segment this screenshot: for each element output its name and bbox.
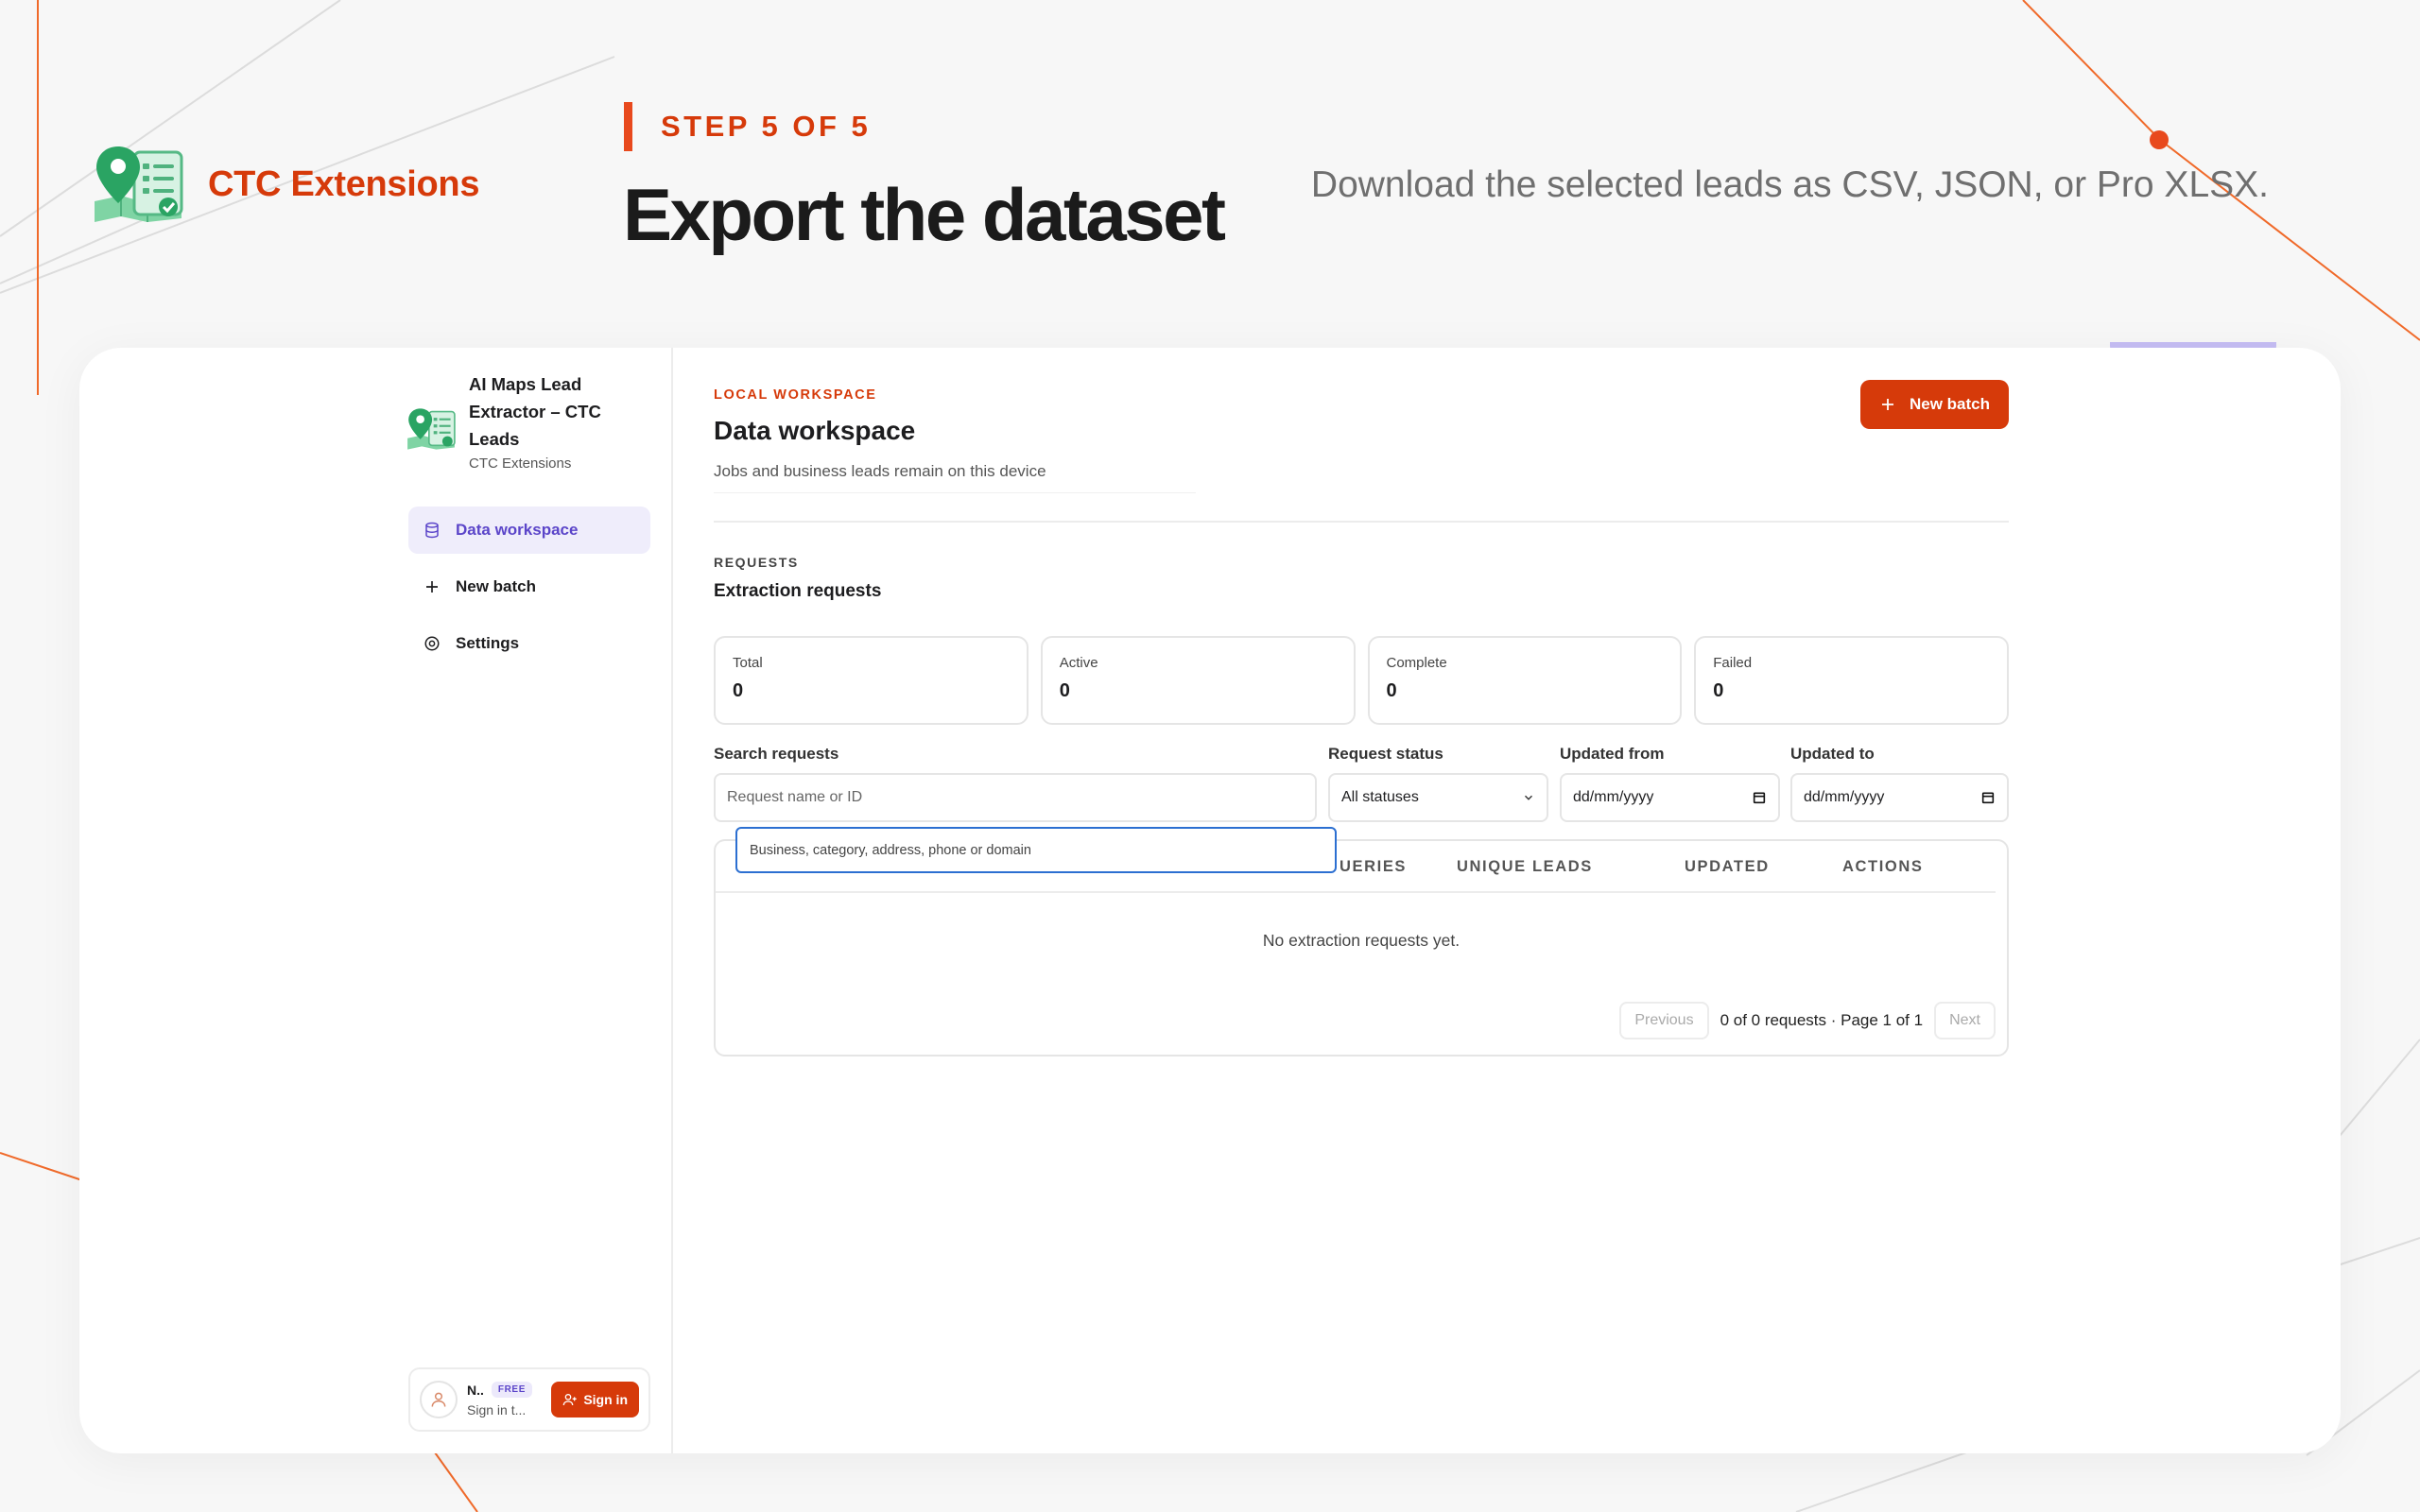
database-icon	[425, 522, 439, 539]
updated-to-label: Updated to	[1790, 745, 1875, 763]
brand-name: CTC Extensions	[208, 163, 480, 204]
updated-to-value: dd/mm/yyyy	[1804, 789, 1885, 805]
sidebar: AI Maps Lead Extractor – CTC Leads CTC E…	[79, 348, 673, 1453]
avatar[interactable]	[420, 1381, 458, 1418]
page-title: Data workspace	[714, 416, 916, 445]
search-label: Search requests	[714, 745, 839, 763]
stat-label: Failed	[1713, 655, 1753, 671]
plus-icon	[1881, 399, 1893, 410]
stat-label: Total	[733, 655, 763, 671]
column-header-unique-leads[interactable]: UNIQUE LEADS	[1457, 858, 1593, 876]
page-subtitle: Jobs and business leads remain on this d…	[714, 462, 1196, 493]
page-info: 0 of 0 requests · Page 1 of 1	[1720, 1011, 1924, 1029]
sign-in-button[interactable]: Sign in	[551, 1382, 639, 1418]
section-eyebrow: REQUESTS	[714, 555, 799, 570]
sidebar-nav: Data workspace New batch Settings	[408, 507, 650, 677]
hero-title: Export the dataset	[623, 173, 1226, 256]
step-label: STEP 5 OF 5	[661, 110, 872, 143]
user-plus-icon	[562, 1394, 577, 1406]
hero-description: Download the selected leads as CSV, JSON…	[1310, 164, 2269, 205]
sidebar-item-settings[interactable]: Settings	[408, 620, 650, 667]
sidebar-item-data-workspace[interactable]: Data workspace	[408, 507, 650, 554]
app-subtitle: CTC Extensions	[469, 455, 572, 472]
user-name: N..	[467, 1382, 484, 1398]
previous-page-button[interactable]: Previous	[1619, 1002, 1709, 1040]
pagination: Previous 0 of 0 requests · Page 1 of 1 N…	[1619, 1002, 1996, 1040]
stat-card-total: Total 0	[714, 636, 1028, 725]
stat-value: 0	[733, 680, 744, 701]
user-info: N.. FREE Sign in t...	[467, 1382, 542, 1418]
empty-state-message: No extraction requests yet.	[1262, 931, 1461, 950]
map-pin-checklist-icon	[95, 146, 183, 222]
updated-from-label: Updated from	[1560, 745, 1665, 763]
plan-badge: FREE	[491, 1382, 532, 1398]
sidebar-item-new-batch[interactable]: New batch	[408, 563, 650, 610]
autocomplete-text: Business, category, address, phone or do…	[750, 842, 1031, 858]
stat-label: Active	[1059, 655, 1098, 671]
plus-icon	[426, 581, 438, 593]
autocomplete-suggestion[interactable]: Business, category, address, phone or do…	[735, 827, 1337, 873]
column-header-actions: ACTIONS	[1842, 858, 1924, 875]
stat-value: 0	[1386, 680, 1397, 701]
user-subtitle: Sign in t...	[467, 1402, 527, 1418]
stat-label: Complete	[1386, 655, 1447, 671]
status-select[interactable]: All statuses	[1328, 773, 1548, 822]
new-batch-label: New batch	[1909, 395, 1990, 413]
stat-card-complete: Complete 0	[1367, 636, 1683, 725]
updated-to-date-input[interactable]: dd/mm/yyyy	[1790, 773, 2009, 822]
stat-value: 0	[1059, 680, 1070, 701]
search-input[interactable]: Request name or ID	[714, 773, 1317, 822]
updated-from-value: dd/mm/yyyy	[1573, 789, 1654, 805]
sidebar-item-label: Settings	[456, 634, 520, 652]
stat-card-failed: Failed 0	[1694, 636, 2009, 725]
status-value: All statuses	[1341, 789, 1419, 805]
section-title: Extraction requests	[714, 581, 882, 601]
page-eyebrow: LOCAL WORKSPACE	[714, 387, 877, 403]
user-icon	[431, 1392, 446, 1407]
updated-from-date-input[interactable]: dd/mm/yyyy	[1560, 773, 1780, 822]
app-window: AI Maps Lead Extractor – CTC Leads CTC E…	[79, 348, 2341, 1453]
column-header-updated[interactable]: UPDATED	[1685, 858, 1770, 876]
stat-value: 0	[1713, 680, 1724, 701]
sign-in-label: Sign in	[583, 1392, 628, 1407]
main-content: LOCAL WORKSPACE Data workspace Jobs and …	[714, 348, 2009, 1453]
step-indicator: STEP 5 OF 5	[624, 102, 871, 151]
search-placeholder: Request name or ID	[727, 789, 863, 805]
sidebar-item-label: Data workspace	[456, 521, 579, 539]
section-divider	[714, 521, 2009, 523]
new-batch-button[interactable]: New batch	[1859, 380, 2009, 429]
app-logo-icon	[407, 408, 456, 450]
sidebar-item-label: New batch	[456, 577, 537, 595]
app-title: AI Maps Lead Extractor – CTC Leads	[469, 374, 601, 449]
stat-card-active: Active 0	[1040, 636, 1356, 725]
chevron-down-icon	[1525, 795, 1532, 800]
calendar-icon	[1753, 792, 1766, 804]
stats-row: Total 0 Active 0 Complete 0 Failed 0	[714, 636, 2009, 725]
calendar-icon	[1981, 792, 1995, 804]
next-page-button[interactable]: Next	[1934, 1002, 1996, 1040]
status-label: Request status	[1328, 745, 1443, 763]
user-panel: N.. FREE Sign in t... Sign in	[408, 1367, 650, 1432]
column-header-queries[interactable]: UERIES	[1340, 858, 1407, 876]
step-accent-bar	[624, 102, 632, 151]
app-header: AI Maps Lead Extractor – CTC Leads CTC E…	[406, 370, 630, 472]
gear-icon	[424, 636, 440, 651]
brand: CTC Extensions	[93, 146, 479, 222]
